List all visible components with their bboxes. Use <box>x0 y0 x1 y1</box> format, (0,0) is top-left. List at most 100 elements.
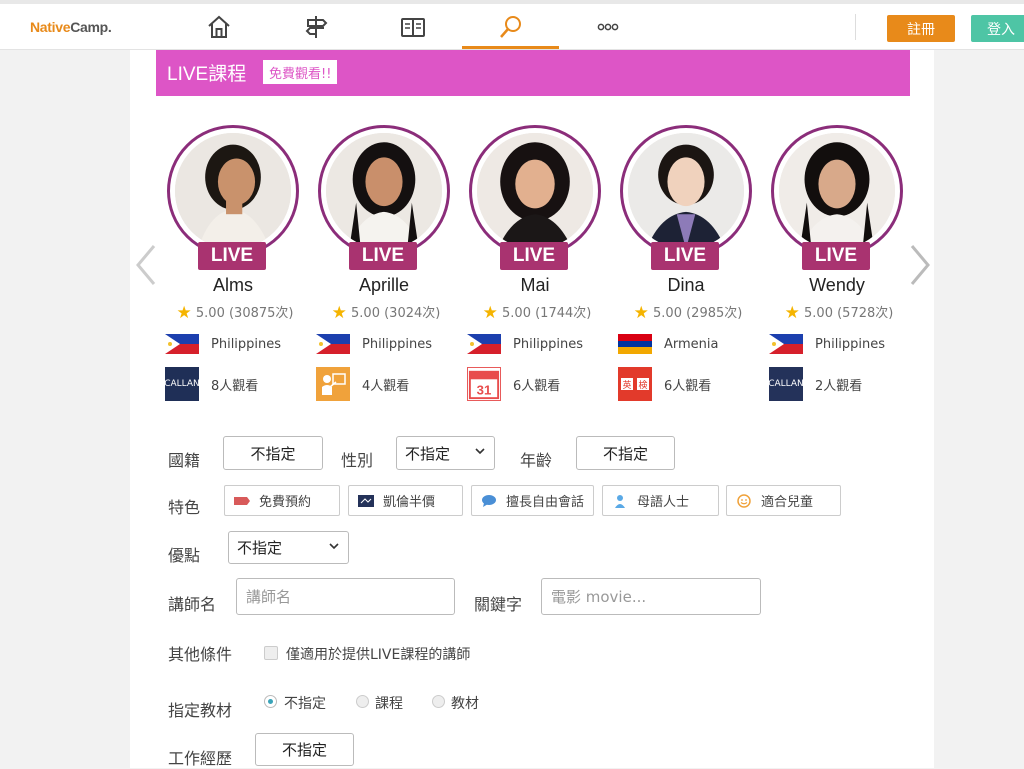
viewer-count: 6人觀看 <box>513 378 561 394</box>
other-conditions-label: 其他條件 <box>168 645 233 664</box>
teacher-name[interactable]: Mai <box>467 275 603 296</box>
country-name: Philippines <box>513 336 584 352</box>
gender-label: 性別 <box>341 451 374 470</box>
teacher-name-input[interactable]: 講師名 <box>236 578 455 615</box>
rating-text: 5.00 (1744次) <box>502 306 592 321</box>
nationality-selector[interactable]: 不指定 <box>223 436 323 470</box>
teacher-rating: ★ 5.00 (5728次) <box>769 302 909 323</box>
svg-text:検: 検 <box>638 379 647 391</box>
viewer-count: 6人觀看 <box>664 378 712 394</box>
teacher-rating: ★ 5.00 (3024次) <box>316 302 456 323</box>
feature-label: 免費預約 <box>259 495 312 510</box>
feature-free-booking[interactable]: 免費預約 <box>224 485 340 516</box>
keyword-input[interactable]: 電影 movie... <box>541 578 761 615</box>
teacher-name-label: 講師名 <box>168 595 217 614</box>
teacher-rating: ★ 5.00 (1744次) <box>467 302 607 323</box>
live-tag: LIVE <box>349 242 417 270</box>
feature-free-conversation[interactable]: 擅長自由會話 <box>471 485 594 516</box>
svg-text:英: 英 <box>622 379 631 391</box>
star-icon: ★ <box>482 303 498 323</box>
callan-course-icon: CALLAN <box>164 367 200 401</box>
teacher-viewers: 31 6人觀看 <box>467 367 560 401</box>
material-radio-course[interactable] <box>356 695 369 708</box>
svg-text:31: 31 <box>477 382 492 397</box>
star-icon: ★ <box>633 303 649 323</box>
philippines-flag-icon <box>165 334 199 354</box>
feature-label: 擅長自由會話 <box>506 495 585 510</box>
gender-select-value: 不指定 <box>405 444 451 463</box>
star-icon: ★ <box>331 303 347 323</box>
teacher-card[interactable]: LIVE Dina ★ 5.00 (2985次) Armenia 英検 6人觀看 <box>618 125 758 415</box>
experience-selector[interactable]: 不指定 <box>255 733 354 766</box>
teacher-avatar[interactable] <box>318 125 450 257</box>
teacher-country: Philippines <box>165 333 281 355</box>
teacher-card[interactable]: LIVE Aprille ★ 5.00 (3024次) Philippines … <box>316 125 456 415</box>
carousel-next-arrow[interactable] <box>908 243 932 287</box>
nativecamp-logo[interactable]: NativeCamp. <box>30 19 112 35</box>
more-icon[interactable] <box>593 12 623 42</box>
teacher-avatar[interactable] <box>167 125 299 257</box>
teacher-avatar[interactable] <box>469 125 601 257</box>
star-icon: ★ <box>784 303 800 323</box>
material-radio-label[interactable]: 不指定 <box>284 693 326 713</box>
gender-select[interactable]: 不指定 <box>396 436 495 470</box>
material-radio-label[interactable]: 課程 <box>375 693 403 713</box>
teacher-card[interactable]: LIVE Wendy ★ 5.00 (5728次) Philippines CA… <box>768 125 909 415</box>
chat-bubble-icon <box>480 494 498 508</box>
age-label: 年齡 <box>520 451 553 470</box>
country-name: Armenia <box>664 336 719 352</box>
teacher-viewers: 4人觀看 <box>316 367 409 401</box>
material-radio-unspecified[interactable] <box>264 695 277 708</box>
top-edge <box>0 0 1024 4</box>
teacher-card[interactable]: LIVE Alms ★ 5.00 (30875次) Philippines CA… <box>164 125 305 415</box>
teacher-name[interactable]: Dina <box>618 275 754 296</box>
live-only-checkbox[interactable] <box>264 646 278 660</box>
teacher-avatar[interactable] <box>771 125 903 257</box>
feature-label: 凱倫半價 <box>383 495 436 510</box>
home-icon[interactable] <box>204 12 234 42</box>
feature-callan-half-price[interactable]: 凱倫半價 <box>348 485 463 516</box>
feature-native-speaker[interactable]: 母語人士 <box>602 485 719 516</box>
live-only-label[interactable]: 僅適用於提供LIVE課程的講師 <box>286 644 470 664</box>
teacher-name[interactable]: Wendy <box>769 275 905 296</box>
material-radio-label[interactable]: 教材 <box>451 693 479 713</box>
top-navigation-bar: NativeCamp. 註冊 登入 <box>0 0 1024 50</box>
smiley-icon <box>735 493 753 508</box>
teacher-country: Philippines <box>316 333 432 355</box>
chevron-down-icon <box>329 543 339 550</box>
carousel-prev-arrow[interactable] <box>134 243 158 287</box>
material-radio-textbook[interactable] <box>432 695 445 708</box>
teacher-card[interactable]: LIVE Mai ★ 5.00 (1744次) Philippines 31 6… <box>467 125 607 415</box>
register-button[interactable]: 註冊 <box>887 15 955 42</box>
search-icon[interactable] <box>496 12 526 42</box>
teacher-country: Armenia <box>618 333 719 355</box>
rating-text: 5.00 (3024次) <box>351 306 441 321</box>
teacher-viewers: CALLAN 8人觀看 <box>164 367 258 401</box>
teacher-viewers: CALLAN 2人觀看 <box>768 367 862 401</box>
teacher-name[interactable]: Aprille <box>316 275 452 296</box>
material-label: 指定教材 <box>168 701 233 720</box>
country-name: Philippines <box>211 336 282 352</box>
live-tag: LIVE <box>802 242 870 270</box>
features-label: 特色 <box>168 498 201 517</box>
experience-label: 工作經歷 <box>168 749 233 768</box>
callan-course-icon: CALLAN <box>768 367 804 401</box>
rating-text: 5.00 (5728次) <box>804 306 894 321</box>
age-selector[interactable]: 不指定 <box>576 436 675 470</box>
teacher-name[interactable]: Alms <box>165 275 301 296</box>
login-button[interactable]: 登入 <box>971 15 1024 42</box>
nationality-label: 國籍 <box>168 451 201 470</box>
strength-select[interactable]: 不指定 <box>228 531 349 564</box>
strength-select-value: 不指定 <box>237 539 283 557</box>
feature-label: 母語人士 <box>637 495 690 510</box>
teacher-presentation-icon <box>316 367 350 401</box>
signpost-icon[interactable] <box>301 12 331 42</box>
country-name: Philippines <box>815 336 886 352</box>
book-icon[interactable] <box>398 12 428 42</box>
viewer-count: 4人觀看 <box>362 378 410 394</box>
nav-active-indicator <box>462 46 559 49</box>
teacher-avatar[interactable] <box>620 125 752 257</box>
free-watch-badge: 免費觀看!! <box>263 60 338 84</box>
feature-kids-friendly[interactable]: 適合兒童 <box>726 485 841 516</box>
philippines-flag-icon <box>316 334 350 354</box>
